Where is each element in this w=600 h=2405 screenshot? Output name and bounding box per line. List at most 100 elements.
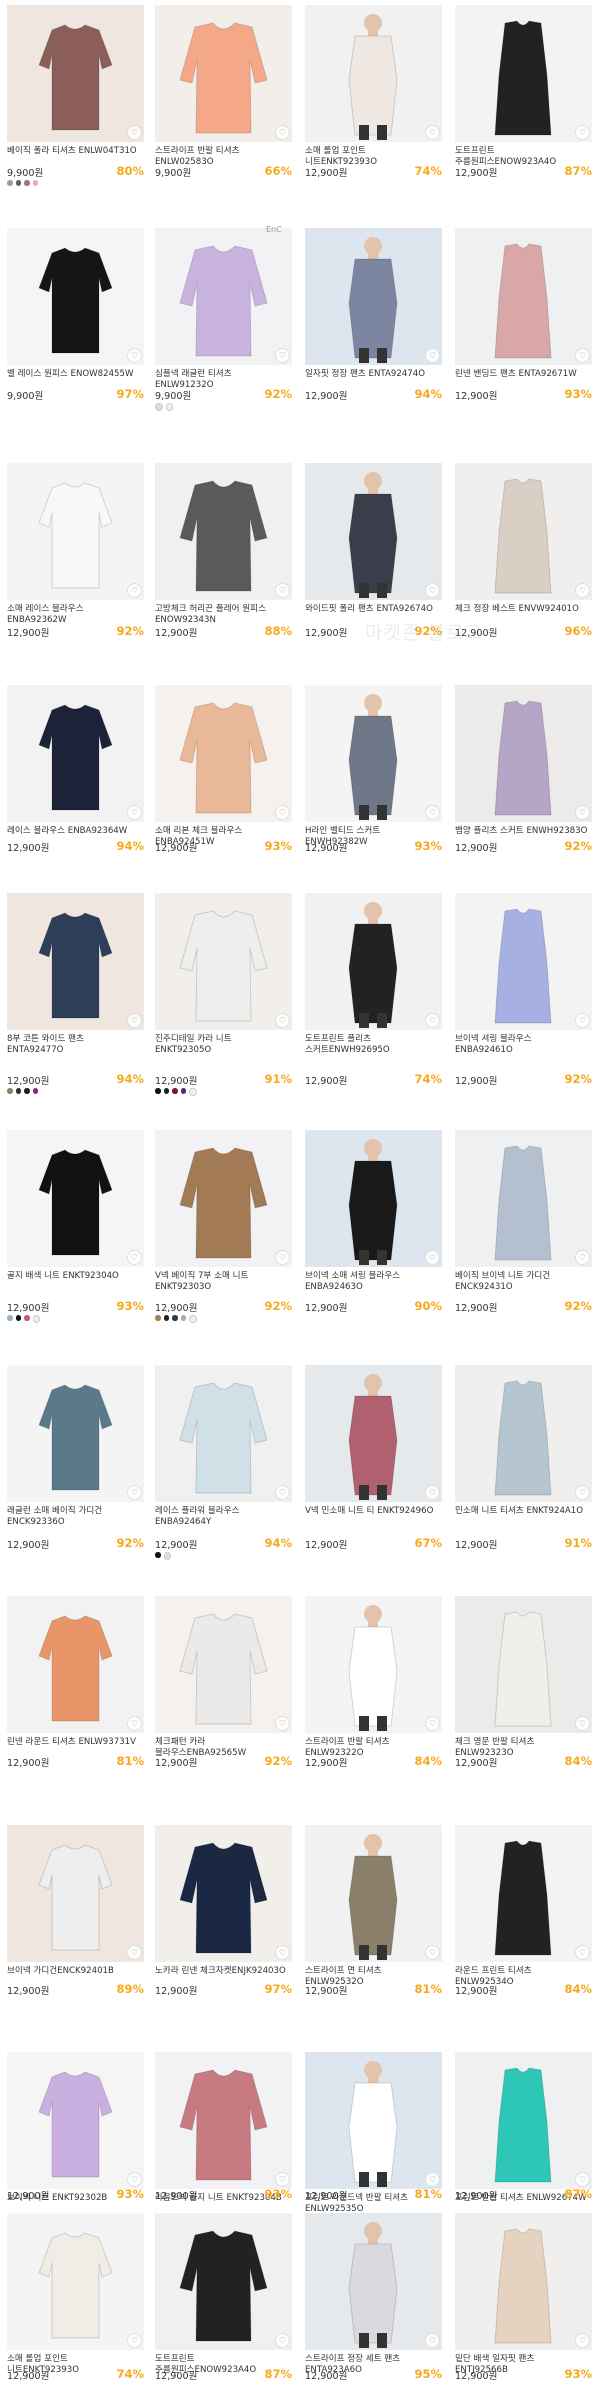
color-swatch[interactable] xyxy=(155,1088,161,1094)
wishlist-heart-icon[interactable]: ♡ xyxy=(425,1485,440,1500)
wishlist-heart-icon[interactable]: ♡ xyxy=(275,1485,290,1500)
wishlist-heart-icon[interactable]: ♡ xyxy=(275,583,290,598)
product-image[interactable]: ♡ xyxy=(305,893,442,1030)
wishlist-heart-icon[interactable]: ♡ xyxy=(425,348,440,363)
wishlist-heart-icon[interactable]: ♡ xyxy=(575,2172,590,2187)
product-title[interactable]: 와이드핏 폴리 팬츠 ENTA92674O xyxy=(305,604,442,615)
wishlist-heart-icon[interactable]: ♡ xyxy=(425,1945,440,1960)
color-swatch[interactable] xyxy=(163,1088,169,1094)
color-swatch[interactable] xyxy=(32,180,38,186)
wishlist-heart-icon[interactable]: ♡ xyxy=(575,2333,590,2348)
color-swatch[interactable] xyxy=(7,1315,13,1321)
product-image[interactable]: ♡ xyxy=(305,5,442,142)
product-title[interactable]: 노카라 린넨 체크자켓ENJK92403O xyxy=(155,1966,292,1977)
product-image[interactable]: ♡ xyxy=(455,1596,592,1733)
color-swatch[interactable] xyxy=(189,1315,197,1323)
product-image[interactable]: ♡ xyxy=(305,1596,442,1733)
color-swatch[interactable] xyxy=(15,1315,21,1321)
wishlist-heart-icon[interactable]: ♡ xyxy=(127,805,142,820)
product-image[interactable]: ♡ xyxy=(7,685,144,822)
product-image[interactable]: ♡ xyxy=(455,685,592,822)
product-image[interactable]: ♡ xyxy=(455,893,592,1030)
color-swatch[interactable] xyxy=(180,1315,186,1321)
wishlist-heart-icon[interactable]: ♡ xyxy=(575,1013,590,1028)
wishlist-heart-icon[interactable]: ♡ xyxy=(425,1250,440,1265)
product-image[interactable]: ♡ xyxy=(455,1365,592,1502)
product-title[interactable]: 레이스 블라우스 ENBA92364W xyxy=(7,826,144,837)
wishlist-heart-icon[interactable]: ♡ xyxy=(425,805,440,820)
wishlist-heart-icon[interactable]: ♡ xyxy=(575,1716,590,1731)
color-swatch[interactable] xyxy=(32,1315,40,1323)
product-title[interactable]: 린넨 라운드 티셔츠 ENLW93731V xyxy=(7,1737,144,1748)
wishlist-heart-icon[interactable]: ♡ xyxy=(127,583,142,598)
product-image[interactable]: ♡ xyxy=(7,463,144,600)
product-title[interactable]: 브이넥 가디건ENCK92401B xyxy=(7,1966,144,1977)
wishlist-heart-icon[interactable]: ♡ xyxy=(275,1945,290,1960)
product-image[interactable]: ♡ xyxy=(155,893,292,1030)
product-image[interactable]: ♡ xyxy=(455,5,592,142)
product-image[interactable]: ♡ xyxy=(155,685,292,822)
product-title[interactable]: 뱀양 플리츠 스커트 ENWH92383O xyxy=(455,826,592,837)
color-swatch[interactable] xyxy=(15,1088,21,1094)
product-image[interactable]: ♡ xyxy=(455,1130,592,1267)
product-image[interactable]: ♡ xyxy=(455,228,592,365)
product-image[interactable]: ♡ xyxy=(455,463,592,600)
product-image[interactable]: ♡ xyxy=(155,2213,292,2350)
color-swatch[interactable] xyxy=(165,403,173,411)
product-image[interactable]: ♡ xyxy=(305,2213,442,2350)
product-title[interactable]: 고방체크 허리끈 플레어 원피스 ENOW92343N xyxy=(155,604,292,625)
color-swatch[interactable] xyxy=(24,1315,30,1321)
color-swatch[interactable] xyxy=(24,180,30,186)
wishlist-heart-icon[interactable]: ♡ xyxy=(127,1013,142,1028)
wishlist-heart-icon[interactable]: ♡ xyxy=(127,2172,142,2187)
product-image[interactable]: ♡ xyxy=(305,1825,442,1962)
wishlist-heart-icon[interactable]: ♡ xyxy=(575,1945,590,1960)
product-image[interactable]: ♡ xyxy=(155,1365,292,1502)
color-swatch[interactable] xyxy=(163,1315,169,1321)
product-title[interactable]: 래글런 소매 베이직 가디건 ENCK92336O xyxy=(7,1506,144,1527)
wishlist-heart-icon[interactable]: ♡ xyxy=(425,2333,440,2348)
product-image[interactable]: ♡ xyxy=(7,2052,144,2189)
product-image[interactable]: ♡ xyxy=(7,5,144,142)
product-title[interactable]: 브이넥 소매 셔링 블라우스 ENBA92463O xyxy=(305,1271,442,1292)
color-swatch[interactable] xyxy=(7,1088,13,1094)
product-image[interactable]: ♡ xyxy=(7,228,144,365)
product-image[interactable]: ♡ xyxy=(155,463,292,600)
product-image[interactable]: ♡ xyxy=(155,5,292,142)
product-image[interactable]: ♡ xyxy=(155,1130,292,1267)
product-image[interactable]: ♡ xyxy=(455,2052,592,2189)
wishlist-heart-icon[interactable]: ♡ xyxy=(127,1716,142,1731)
color-swatch[interactable] xyxy=(155,1315,161,1321)
product-title[interactable]: 벨 레이스 원피스 ENOW82455W xyxy=(7,369,144,380)
wishlist-heart-icon[interactable]: ♡ xyxy=(575,583,590,598)
product-image[interactable]: ♡ xyxy=(7,2213,144,2350)
product-title[interactable]: 골지 배색 니트 ENKT92304O xyxy=(7,1271,144,1282)
product-title[interactable]: 8부 코튼 와이드 팬츠 ENTA92477O xyxy=(7,1034,144,1055)
wishlist-heart-icon[interactable]: ♡ xyxy=(275,348,290,363)
color-swatch[interactable] xyxy=(24,1088,30,1094)
wishlist-heart-icon[interactable]: ♡ xyxy=(425,1013,440,1028)
color-swatch[interactable] xyxy=(7,180,13,186)
product-title[interactable]: 소매 레이스 블라우스 ENBA92362W xyxy=(7,604,144,625)
color-swatch[interactable] xyxy=(15,180,21,186)
product-image[interactable]: ♡ xyxy=(305,685,442,822)
product-image[interactable]: ♡ xyxy=(455,2213,592,2350)
product-title[interactable]: 브이넥 셔링 블라우스 ENBA92461O xyxy=(455,1034,592,1055)
wishlist-heart-icon[interactable]: ♡ xyxy=(425,125,440,140)
wishlist-heart-icon[interactable]: ♡ xyxy=(575,348,590,363)
wishlist-heart-icon[interactable]: ♡ xyxy=(275,2333,290,2348)
wishlist-heart-icon[interactable]: ♡ xyxy=(127,2333,142,2348)
wishlist-heart-icon[interactable]: ♡ xyxy=(575,805,590,820)
wishlist-heart-icon[interactable]: ♡ xyxy=(575,125,590,140)
product-image[interactable]: ♡ xyxy=(155,2052,292,2189)
wishlist-heart-icon[interactable]: ♡ xyxy=(425,2172,440,2187)
product-title[interactable]: 베이직 브이넥 니트 가디건 ENCK92431O xyxy=(455,1271,592,1292)
wishlist-heart-icon[interactable]: ♡ xyxy=(127,1945,142,1960)
product-title[interactable]: V넥 베이직 7부 소매 니트 ENKT92303O xyxy=(155,1271,292,1292)
wishlist-heart-icon[interactable]: ♡ xyxy=(127,1485,142,1500)
color-swatch[interactable] xyxy=(155,1552,161,1558)
product-image[interactable]: ♡ xyxy=(7,893,144,1030)
product-title[interactable]: 진주디테일 카라 니트 ENKT92305O xyxy=(155,1034,292,1055)
product-image[interactable]: ♡ xyxy=(305,2052,442,2189)
wishlist-heart-icon[interactable]: ♡ xyxy=(275,1013,290,1028)
